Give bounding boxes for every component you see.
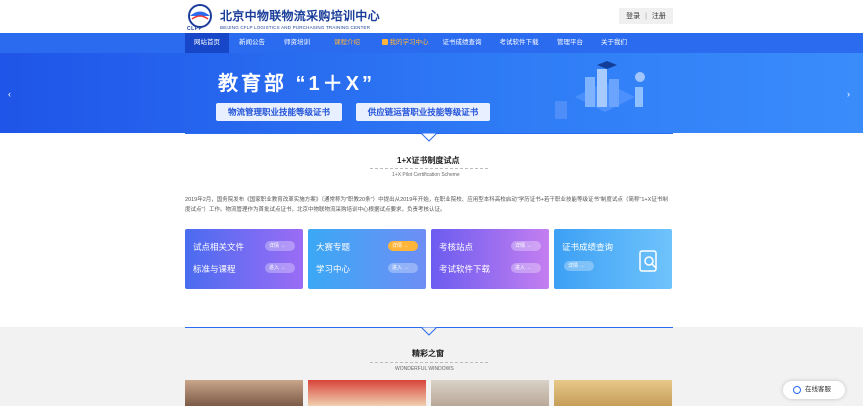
nav-item-courses[interactable]: 课程介绍 — [327, 33, 367, 53]
register-link[interactable]: 注册 — [652, 11, 666, 21]
cert-supply-chain-button[interactable]: 供应链运营职业技能等级证书 — [356, 103, 490, 121]
card-pilot-docs[interactable]: 试点相关文件 详情 → 标准与课程 进入 → — [185, 229, 303, 289]
learning-center-icon — [381, 39, 388, 45]
page: CLPP 北京中物联物流采购培训中心 BEIJING CFLP LOGISTIC… — [0, 0, 863, 406]
pilot-title: 1+X证书制度试点 — [397, 156, 460, 165]
enter-button[interactable]: 进入 → — [511, 263, 541, 273]
pilot-subtitle: 1+X Pilot Certification Scheme — [392, 172, 460, 178]
card-competition[interactable]: 大赛专题 详情 → 学习中心 进入 → — [308, 229, 426, 289]
nav-item-learning-center-label: 我的学习中心 — [389, 39, 429, 46]
card-exam-sites[interactable]: 考核站点 详情 → 考试软件下载 进入 → — [431, 229, 549, 289]
nav-item-about[interactable]: 关于我们 — [596, 33, 632, 53]
nav-item-home[interactable]: 网站首页 — [185, 33, 229, 53]
card-line2[interactable]: 考试软件下载 — [439, 263, 490, 275]
chevron-right-icon[interactable]: › — [847, 89, 850, 99]
card-line1[interactable]: 考核站点 — [439, 241, 473, 253]
isometric-illustration-icon — [555, 61, 645, 119]
pilot-paragraph: 2019年2月，国务院发布《国家职业教育改革实施方案》（通常称为"职教20条"）… — [185, 197, 668, 213]
section-pointer — [185, 327, 673, 336]
logo-abbr: CLPP — [187, 26, 203, 32]
login-link[interactable]: 登录 — [626, 11, 640, 21]
main-nav: 网站首页 新闻公告 师资培训 课程介绍 我的学习中心 证书成绩查询 考试软件下载… — [0, 33, 863, 53]
nav-item-teacher-training[interactable]: 师资培训 — [277, 33, 317, 53]
card-cert-query[interactable]: 证书成绩查询 详情 → — [554, 229, 672, 289]
site-logo-text[interactable]: 北京中物联物流采购培训中心 BEIJING CFLP LOGISTICS AND… — [220, 7, 380, 30]
gallery-photo-2[interactable] — [308, 380, 426, 406]
wonderful-title: 精彩之窗 — [412, 349, 444, 358]
search-document-icon — [639, 250, 657, 272]
nav-item-cert-query[interactable]: 证书成绩查询 — [438, 33, 486, 53]
banner-title: 教育部 “1＋X” — [218, 73, 376, 95]
enter-button[interactable]: 进入 → — [265, 263, 295, 273]
site-header: CLPP 北京中物联物流采购培训中心 BEIJING CFLP LOGISTIC… — [0, 0, 863, 33]
nav-item-learning-center[interactable]: 我的学习中心 — [378, 33, 432, 53]
chat-icon — [793, 386, 801, 394]
card-line2[interactable]: 标准与课程 — [193, 263, 236, 275]
logo-subtitle: BEIJING CFLP LOGISTICS AND PURCHASING TR… — [220, 25, 371, 30]
cert-logistics-button[interactable]: 物流管理职业技能等级证书 — [216, 103, 342, 121]
gallery-photo-3[interactable] — [431, 380, 549, 406]
chevron-left-icon[interactable]: ‹ — [8, 89, 11, 99]
card-line1[interactable]: 大赛专题 — [316, 241, 350, 253]
nav-item-software-download[interactable]: 考试软件下载 — [495, 33, 543, 53]
detail-button[interactable]: 详情 → — [564, 261, 594, 271]
wonderful-subtitle: WONDERFUL WINDOWS — [395, 366, 454, 372]
auth-separator: | — [645, 12, 647, 20]
enter-button[interactable]: 进入 → — [388, 263, 418, 273]
hero-banner[interactable]: ‹ 教育部 “1＋X” 物流管理职业技能等级证书 供应链运营职业技能等级证书 › — [0, 53, 863, 133]
auth-links: 登录 | 注册 — [619, 8, 673, 24]
online-service-label: 在线客服 — [805, 386, 831, 393]
banner-pointer — [185, 133, 673, 142]
card-line2[interactable]: 学习中心 — [316, 263, 350, 275]
detail-button[interactable]: 详情 → — [388, 241, 418, 251]
detail-button[interactable]: 详情 → — [511, 241, 541, 251]
title-divider — [370, 168, 488, 169]
card-line1[interactable]: 证书成绩查询 — [562, 241, 613, 253]
logo-title: 北京中物联物流采购培训中心 — [220, 9, 380, 23]
nav-item-admin[interactable]: 管理平台 — [552, 33, 588, 53]
card-line1[interactable]: 试点相关文件 — [193, 241, 244, 253]
gallery-photo-4[interactable] — [554, 380, 672, 406]
title-divider — [370, 362, 488, 363]
gallery-photo-1[interactable] — [185, 380, 303, 406]
nav-item-news[interactable]: 新闻公告 — [232, 33, 272, 53]
detail-button[interactable]: 详情 → — [265, 241, 295, 251]
online-service-button[interactable]: 在线客服 — [783, 381, 845, 399]
